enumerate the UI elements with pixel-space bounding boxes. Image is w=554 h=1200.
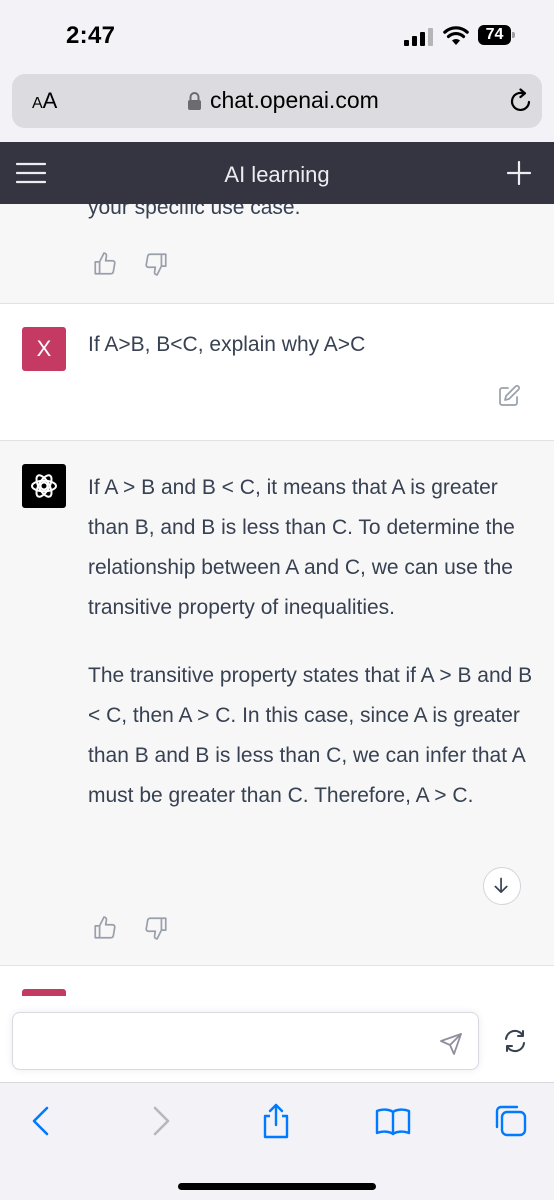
chat-title: AI learning	[224, 162, 330, 187]
send-icon[interactable]	[439, 1032, 463, 1056]
previous-message-text: your specific use case.	[88, 204, 301, 219]
battery-level: 74	[485, 26, 504, 43]
regenerate-icon[interactable]	[502, 1028, 528, 1054]
url-text[interactable]: chat.openai.com	[210, 87, 379, 114]
tabs-icon[interactable]	[493, 1103, 529, 1139]
user-message: X If A>B, B<C, explain why A>C	[0, 304, 554, 441]
scroll-down-button[interactable]	[483, 867, 521, 905]
status-bar: 2:47 74	[0, 0, 554, 70]
conversation[interactable]: your specific use case. X If A>B, B<C, e…	[0, 204, 554, 996]
status-time: 2:47	[66, 22, 116, 49]
text-size-button[interactable]: AA	[32, 88, 57, 114]
openai-logo-icon	[31, 474, 57, 498]
reload-icon[interactable]	[508, 88, 534, 114]
assistant-message: If A > B and B < C, it means that A is g…	[0, 441, 554, 966]
app-header: AI learning	[0, 142, 554, 204]
thumbs-down-icon[interactable]	[143, 915, 169, 941]
safari-toolbar	[0, 1082, 554, 1200]
arrow-down-icon	[494, 877, 508, 894]
thumbs-up-icon[interactable]	[92, 915, 118, 941]
assistant-message-body: If A > B and B < C, it means that A is g…	[88, 468, 536, 816]
user-avatar: X	[22, 327, 66, 371]
edit-icon[interactable]	[497, 384, 521, 408]
lock-icon	[188, 92, 201, 110]
assistant-paragraph-1: If A > B and B < C, it means that A is g…	[88, 476, 515, 619]
assistant-avatar	[22, 464, 66, 508]
signal-icon	[404, 28, 433, 46]
next-user-message	[0, 966, 554, 996]
back-icon[interactable]	[24, 1103, 60, 1139]
user-avatar	[22, 989, 66, 996]
browser-address-bar: AA chat.openai.com	[0, 70, 554, 142]
address-field[interactable]: AA chat.openai.com	[12, 74, 542, 128]
share-icon[interactable]	[258, 1103, 294, 1139]
wifi-icon	[443, 26, 469, 45]
previous-assistant-message: your specific use case.	[0, 204, 554, 304]
thumbs-up-icon[interactable]	[92, 251, 118, 277]
assistant-paragraph-2: The transitive property states that if A…	[88, 664, 533, 807]
home-indicator	[178, 1183, 376, 1190]
new-chat-icon[interactable]	[507, 161, 531, 185]
message-input[interactable]	[12, 1012, 479, 1070]
bookmarks-icon[interactable]	[375, 1103, 411, 1139]
forward-icon[interactable]	[142, 1103, 178, 1139]
battery-icon: 74	[478, 25, 516, 45]
thumbs-down-icon[interactable]	[143, 251, 169, 277]
composer	[0, 996, 554, 1082]
user-message-text: If A>B, B<C, explain why A>C	[88, 333, 366, 356]
